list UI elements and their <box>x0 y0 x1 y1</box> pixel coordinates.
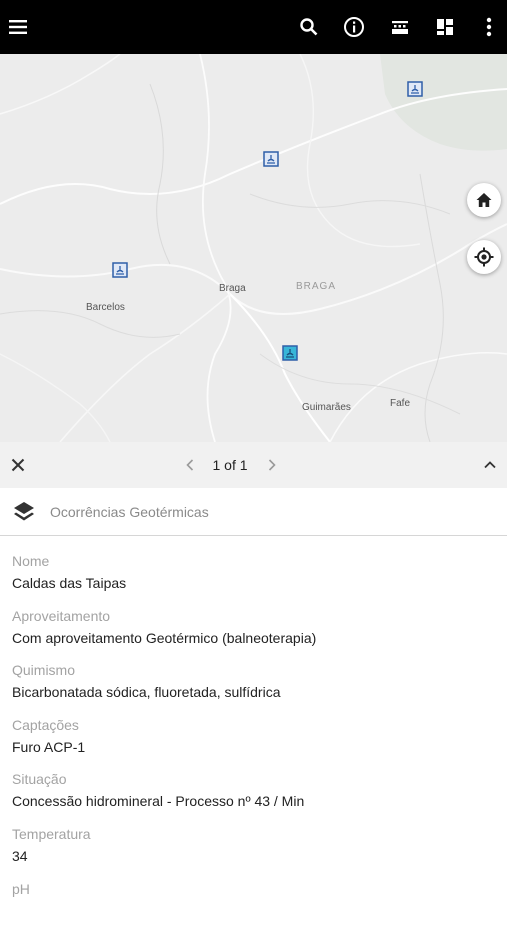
legend-icon <box>392 21 408 34</box>
next-feature-button[interactable] <box>262 453 282 477</box>
spa-icon <box>263 151 279 167</box>
attribute-row: pH <box>12 880 492 934</box>
layer-title-row: Ocorrências Geotérmicas <box>0 488 507 536</box>
spa-icon <box>407 81 423 97</box>
home-icon <box>476 193 492 207</box>
place-label-barcelos: Barcelos <box>86 302 125 313</box>
spa-icon <box>112 262 128 278</box>
legend-button[interactable] <box>384 11 416 43</box>
feature-attributes: Nome Caldas das Taipas Aproveitamento Co… <box>12 552 492 934</box>
attribute-key: Aproveitamento <box>12 607 111 624</box>
place-label-braga: Braga <box>219 283 246 294</box>
attribute-key: Captações <box>12 716 79 733</box>
close-popup-button[interactable] <box>6 453 30 477</box>
place-label-fafe: Fafe <box>390 398 411 409</box>
chevron-left-icon <box>186 459 194 471</box>
attribute-row: Situação Concessão hidromineral - Proces… <box>12 770 492 825</box>
info-button[interactable] <box>338 11 370 43</box>
attribute-value: 34 <box>12 847 28 864</box>
popup-header: 1 of 1 <box>0 442 507 488</box>
more-vert-icon <box>486 17 492 37</box>
collapse-popup-button[interactable] <box>478 453 502 477</box>
geothermal-marker[interactable] <box>263 151 279 167</box>
dashboard-button[interactable] <box>429 11 461 43</box>
attribute-value: Concessão hidromineral - Processo nº 43 … <box>12 793 305 810</box>
attribute-value: Caldas das Taipas <box>12 575 127 591</box>
my-location-button[interactable] <box>467 240 501 274</box>
attribute-key: pH <box>12 880 30 897</box>
menu-button[interactable] <box>2 11 34 43</box>
geothermal-marker[interactable] <box>407 81 423 97</box>
map-basemap <box>0 54 507 442</box>
close-icon <box>11 458 25 472</box>
chevron-up-icon <box>484 461 496 469</box>
info-icon <box>344 17 364 37</box>
attribute-row: Nome Caldas das Taipas <box>12 552 492 607</box>
attribute-row: Quimismo Bicarbonatada sódica, fluoretad… <box>12 661 492 716</box>
layers-icon <box>12 500 36 524</box>
attribute-key: Temperatura <box>12 825 91 842</box>
menu-icon <box>9 20 27 34</box>
attribute-key: Quimismo <box>12 662 76 679</box>
previous-feature-button[interactable] <box>180 453 200 477</box>
place-label-guimaraes: Guimarães <box>302 402 351 413</box>
more-options-button[interactable] <box>473 11 505 43</box>
attribute-row: Aproveitamento Com aproveitamento Geotér… <box>12 607 492 662</box>
search-icon <box>300 18 318 36</box>
chevron-right-icon <box>268 459 276 471</box>
attribute-key: Situação <box>12 771 67 788</box>
selected-geothermal-marker[interactable] <box>282 345 298 361</box>
spa-icon <box>282 345 298 361</box>
home-button[interactable] <box>467 183 501 217</box>
attribute-key: Nome <box>12 553 50 569</box>
attribute-row: Captações Furo ACP-1 <box>12 716 492 771</box>
map-view[interactable]: Barcelos Braga BRAGA Guimarães Fafe <box>0 54 507 442</box>
attribute-value: Com aproveitamento Geotérmico (balneoter… <box>12 629 317 646</box>
search-button[interactable] <box>293 11 325 43</box>
dashboard-icon <box>437 19 453 35</box>
region-label-braga: BRAGA <box>296 281 337 292</box>
layer-title: Ocorrências Geotérmicas <box>50 504 209 520</box>
attribute-row: Temperatura 34 <box>12 825 492 880</box>
my-location-icon <box>474 247 494 267</box>
attribute-value: Bicarbonatada sódica, fluoretada, sulfíd… <box>12 684 281 701</box>
top-app-bar <box>0 0 507 54</box>
feature-pager-text: 1 of 1 <box>212 457 248 473</box>
attribute-value: Furo ACP-1 <box>12 738 86 755</box>
geothermal-marker[interactable] <box>112 262 128 278</box>
